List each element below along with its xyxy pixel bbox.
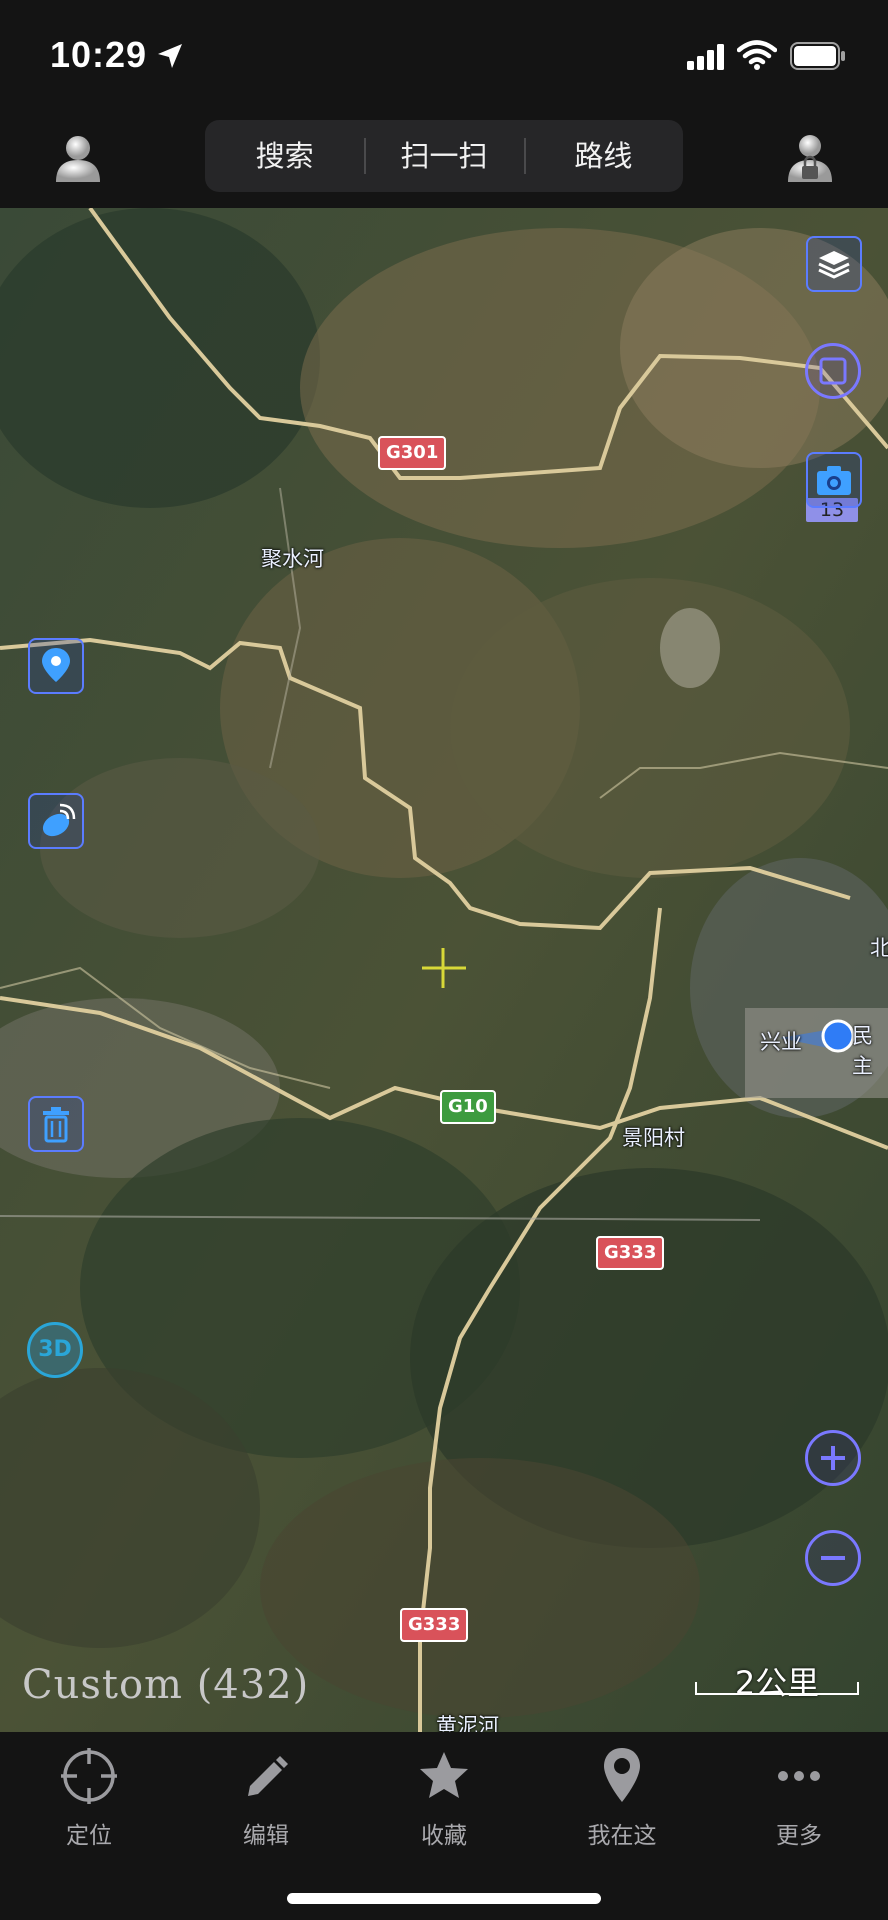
road-shield-g333-south: G333 xyxy=(400,1608,469,1642)
more-dots-icon xyxy=(778,1771,820,1781)
map-label-river: 聚水河 xyxy=(261,547,324,571)
square-icon xyxy=(819,357,847,385)
location-arrow-icon xyxy=(158,44,182,68)
map-pin-icon xyxy=(604,1748,640,1802)
satellite-button[interactable] xyxy=(28,793,84,849)
camera-button[interactable] xyxy=(806,452,862,508)
map-view[interactable]: 聚水河 景阳村 兴业 民主 北 黄泥河 G301 G10 G333 G333 1… xyxy=(0,208,888,1732)
nav-more-label: 更多 xyxy=(776,1823,822,1849)
map-label-town2: 民主 xyxy=(852,1024,873,1078)
tab-scan[interactable]: 扫一扫 xyxy=(364,120,523,192)
layers-button[interactable] xyxy=(806,236,862,292)
tab-search[interactable]: 搜索 xyxy=(205,120,364,192)
pencil-icon xyxy=(248,1756,288,1796)
map-label-village: 景阳村 xyxy=(622,1126,685,1150)
nav-edit[interactable]: 编辑 xyxy=(206,1746,326,1850)
top-toolbar: 搜索 扫一扫 路线 xyxy=(0,118,888,208)
trash-icon xyxy=(43,1107,69,1143)
wifi-icon xyxy=(737,40,777,70)
nav-more[interactable]: 更多 xyxy=(739,1746,859,1850)
crosshair-icon xyxy=(61,1748,117,1804)
status-bar: 10:29 xyxy=(0,0,888,118)
nav-locate[interactable]: 定位 xyxy=(29,1746,149,1850)
custom-map-label: Custom (432) xyxy=(22,1662,310,1708)
square-tool-button[interactable] xyxy=(805,343,861,399)
nav-favorites[interactable]: 收藏 xyxy=(384,1746,504,1850)
nav-edit-label: 编辑 xyxy=(243,1823,289,1849)
nav-favorites-label: 收藏 xyxy=(421,1823,467,1849)
delete-button[interactable] xyxy=(28,1096,84,1152)
layers-icon xyxy=(818,251,850,279)
tab-route[interactable]: 路线 xyxy=(523,120,683,192)
nav-i-am-here[interactable]: 我在这 xyxy=(562,1746,682,1850)
camera-icon xyxy=(817,466,851,495)
road-shield-g333-north: G333 xyxy=(596,1236,665,1270)
scale-line xyxy=(695,1682,859,1695)
status-time: 10:29 xyxy=(50,34,148,75)
user-avatar-icon[interactable] xyxy=(50,130,106,186)
map-label-river2: 黄泥河 xyxy=(436,1714,499,1732)
bottom-navigation: 定位 编辑 收藏 我在这 更多 xyxy=(0,1732,888,1920)
star-icon xyxy=(420,1752,468,1798)
zoom-out-button[interactable] xyxy=(805,1530,861,1586)
zoom-in-icon xyxy=(821,1446,845,1470)
cellular-signal-icon xyxy=(687,44,724,70)
road-shield-g10: G10 xyxy=(440,1090,496,1124)
battery-icon xyxy=(790,42,845,70)
zoom-out-icon xyxy=(821,1556,845,1560)
nav-locate-label: 定位 xyxy=(66,1823,112,1849)
zoom-in-button[interactable] xyxy=(805,1430,861,1486)
scale-bar: 2公里 xyxy=(694,1658,860,1702)
segmented-control: 搜索 扫一扫 路线 xyxy=(205,120,683,192)
user-lock-icon[interactable] xyxy=(782,130,838,186)
location-pin-button[interactable] xyxy=(28,638,84,694)
nav-i-am-here-label: 我在这 xyxy=(587,1823,657,1849)
home-indicator[interactable] xyxy=(287,1893,601,1904)
3d-label: 3D xyxy=(38,1337,72,1362)
map-label-north: 北 xyxy=(870,936,888,960)
location-pin-icon xyxy=(42,648,70,682)
satellite-icon xyxy=(42,803,76,837)
3d-toggle-button[interactable]: 3D xyxy=(27,1322,83,1378)
map-label-town: 兴业 xyxy=(760,1030,802,1054)
road-shield-g301: G301 xyxy=(378,436,447,470)
